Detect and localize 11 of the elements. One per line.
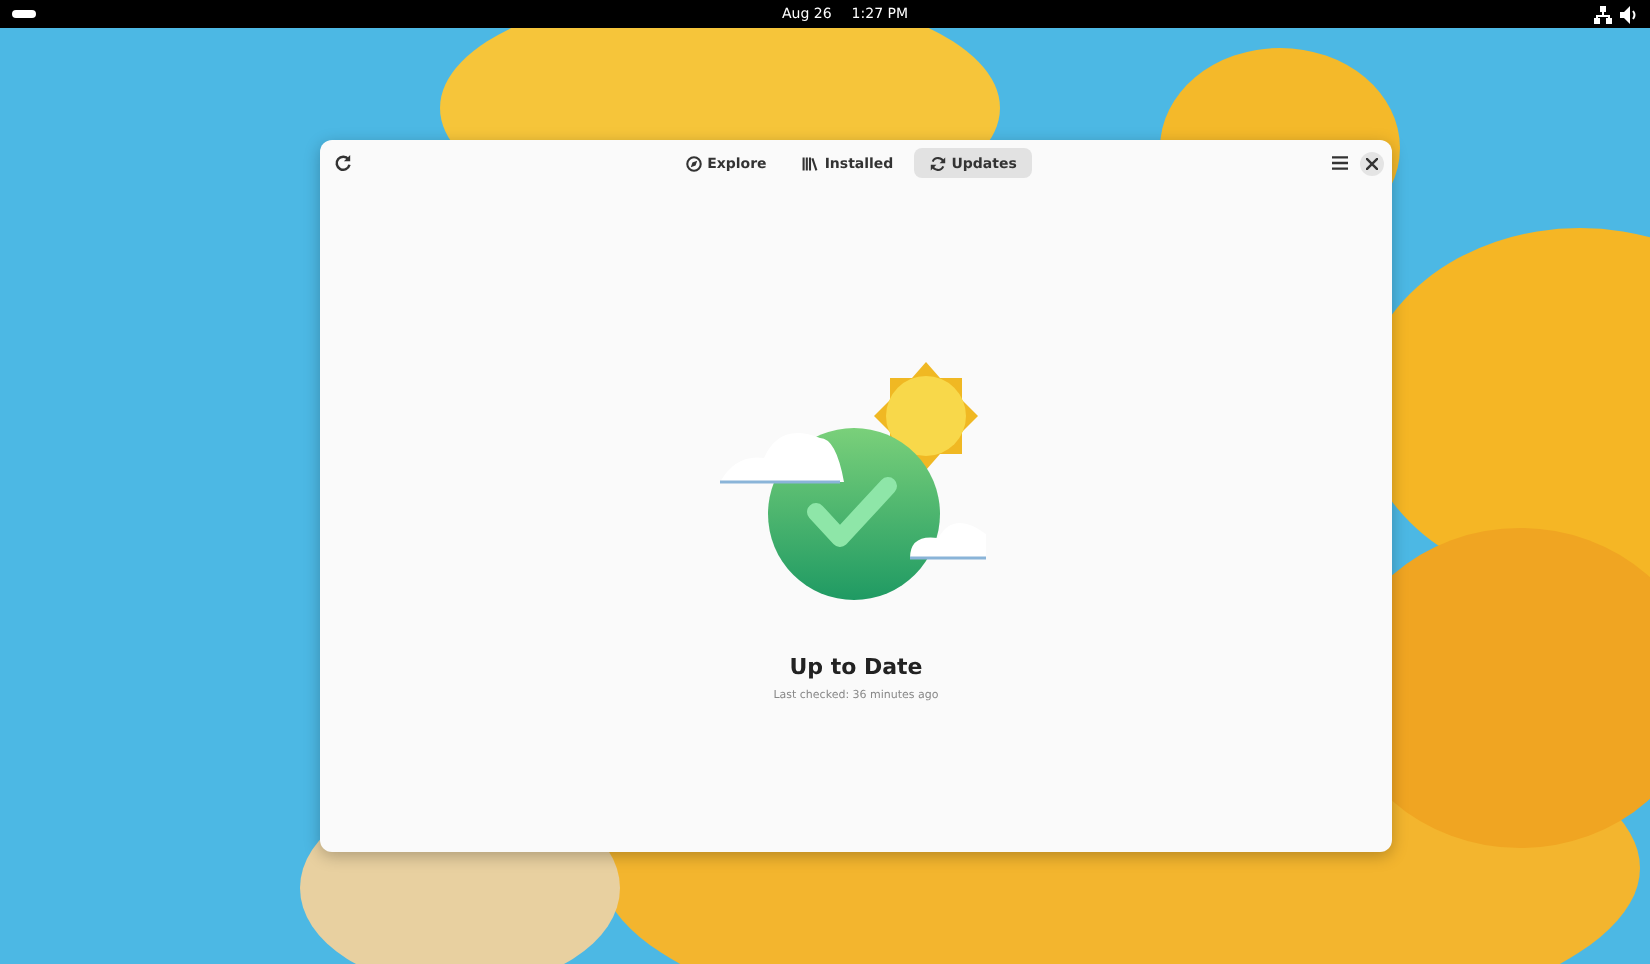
books-icon xyxy=(802,155,819,171)
volume-icon[interactable] xyxy=(1620,5,1638,23)
refresh-button[interactable] xyxy=(330,151,354,175)
close-icon xyxy=(1366,157,1378,169)
sync-icon xyxy=(929,155,946,171)
menu-button[interactable] xyxy=(1328,151,1352,175)
network-icon[interactable] xyxy=(1594,5,1612,23)
close-button[interactable] xyxy=(1360,151,1384,175)
compass-icon xyxy=(685,155,702,171)
activities-indicator[interactable] xyxy=(12,10,36,18)
status-title: Up to Date xyxy=(789,654,923,680)
